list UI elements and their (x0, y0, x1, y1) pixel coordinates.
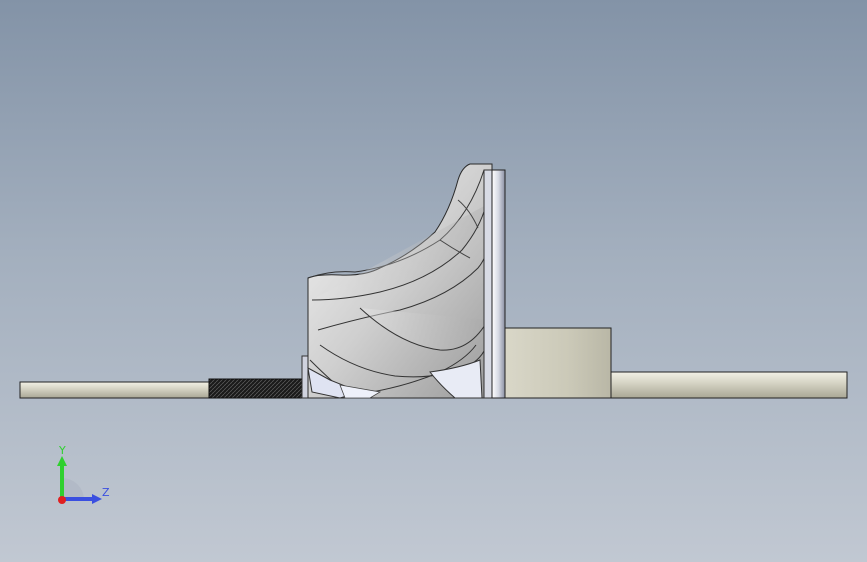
right-shaft[interactable] (610, 371, 848, 399)
hub-block[interactable] (504, 327, 612, 399)
left-shaft[interactable] (19, 381, 211, 399)
threaded-section[interactable] (208, 378, 305, 399)
impeller[interactable] (307, 163, 493, 399)
graphics-viewport[interactable]: Y Z (0, 0, 867, 562)
z-axis-label: Z (102, 486, 110, 499)
collar[interactable] (301, 355, 309, 399)
y-axis-label: Y (59, 444, 66, 457)
triad-axes (57, 456, 102, 504)
coordinate-triad: Y Z (40, 440, 130, 510)
back-plate[interactable] (491, 169, 506, 399)
model-view[interactable] (0, 0, 867, 562)
